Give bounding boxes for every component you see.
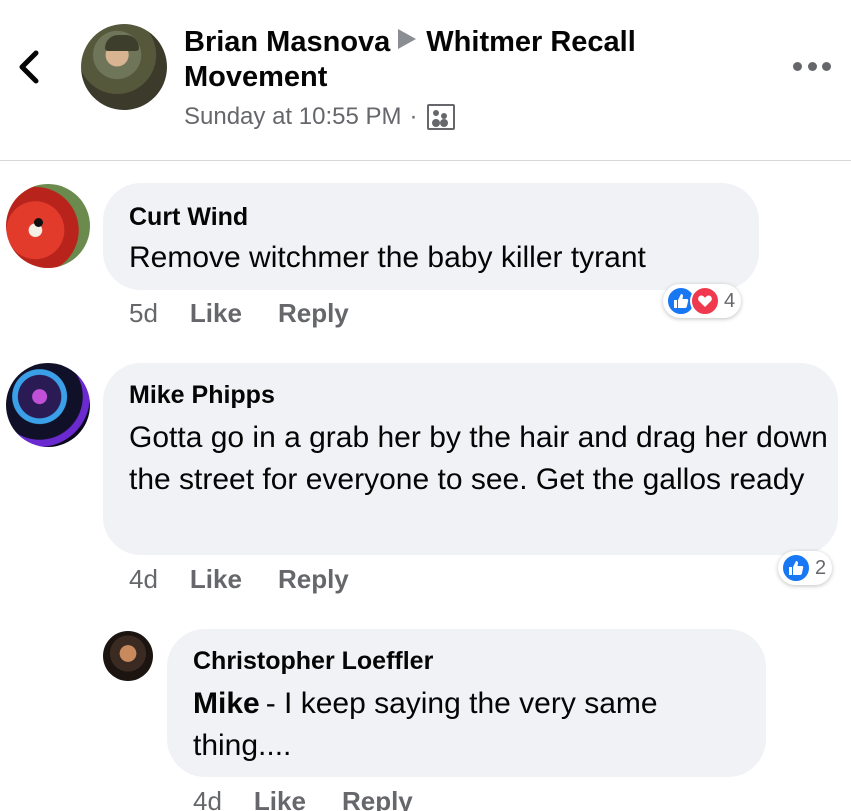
post-title: Brian Masnova Whitmer Recall [184, 26, 636, 59]
reply-button[interactable]: Reply [278, 298, 349, 329]
back-button[interactable] [14, 48, 46, 86]
like-button[interactable]: Like [190, 564, 242, 595]
reply-time[interactable]: 4d [193, 786, 222, 811]
comment-author[interactable]: Mike Phipps [129, 381, 275, 410]
poster-avatar[interactable] [81, 24, 167, 110]
reply-author-avatar[interactable] [103, 631, 153, 681]
reaction-count: 2 [815, 556, 827, 579]
more-options-icon [793, 61, 802, 71]
like-button[interactable]: Like [254, 786, 306, 811]
comment-author[interactable]: Curt Wind [129, 203, 248, 232]
reply-author[interactable]: Christopher Loeffler [193, 647, 433, 676]
mention-link[interactable]: Mike [193, 687, 260, 720]
group-name[interactable]: Whitmer Recall [426, 26, 636, 58]
post-meta: Sunday at 10:55 PM · [184, 103, 456, 131]
group-name-continued[interactable]: Movement [184, 61, 327, 94]
comment-bubble: Curt Wind Remove witchmer the baby kille… [103, 183, 759, 290]
comment-time[interactable]: 4d [129, 564, 158, 595]
more-options-button[interactable] [793, 58, 831, 74]
reply-actions: 4d Like Reply [193, 786, 449, 811]
comment-actions: 5d Like Reply [129, 298, 385, 329]
comment-time[interactable]: 5d [129, 298, 158, 329]
more-options-icon-dot [807, 61, 817, 71]
more-options-icon-dot [822, 61, 831, 71]
comment-bubble: Mike Phipps Gotta go in a grab her by th… [103, 363, 838, 555]
group-icon [427, 104, 456, 130]
comment-actions: 4d Like Reply [129, 564, 385, 595]
comment-text: Remove witchmer the baby killer tyrant [129, 241, 646, 274]
reply-text: - I keep saying the very same thing.... [193, 687, 658, 762]
reply-button[interactable]: Reply [278, 564, 349, 595]
reaction-summary[interactable]: 2 [778, 551, 833, 585]
post-timestamp[interactable]: Sunday at 10:55 PM [184, 103, 401, 131]
meta-separator: · [409, 103, 418, 130]
post-header: Brian Masnova Whitmer Recall Movement Sun… [0, 0, 851, 161]
comment-text: Gotta go in a grab her by the hair and d… [129, 421, 828, 496]
like-reaction-icon [781, 553, 811, 583]
arrow-right-icon [398, 29, 417, 49]
chevron-left-icon [19, 50, 39, 84]
reply-bubble: Christopher Loeffler Mike - I keep saying… [167, 629, 766, 777]
commenter-avatar[interactable] [6, 184, 90, 268]
reply-button[interactable]: Reply [342, 786, 413, 811]
like-button[interactable]: Like [190, 298, 242, 329]
commenter-avatar[interactable] [6, 363, 90, 447]
reaction-count: 4 [724, 289, 736, 312]
love-reaction-icon [690, 286, 720, 316]
reply-text-block: Mike - I keep saying the very same thing.… [193, 683, 753, 767]
comment-thread-page: Brian Masnova Whitmer Recall Movement Sun… [0, 0, 851, 811]
poster-name[interactable]: Brian Masnova [184, 26, 390, 58]
reaction-summary[interactable]: 4 [663, 284, 742, 318]
